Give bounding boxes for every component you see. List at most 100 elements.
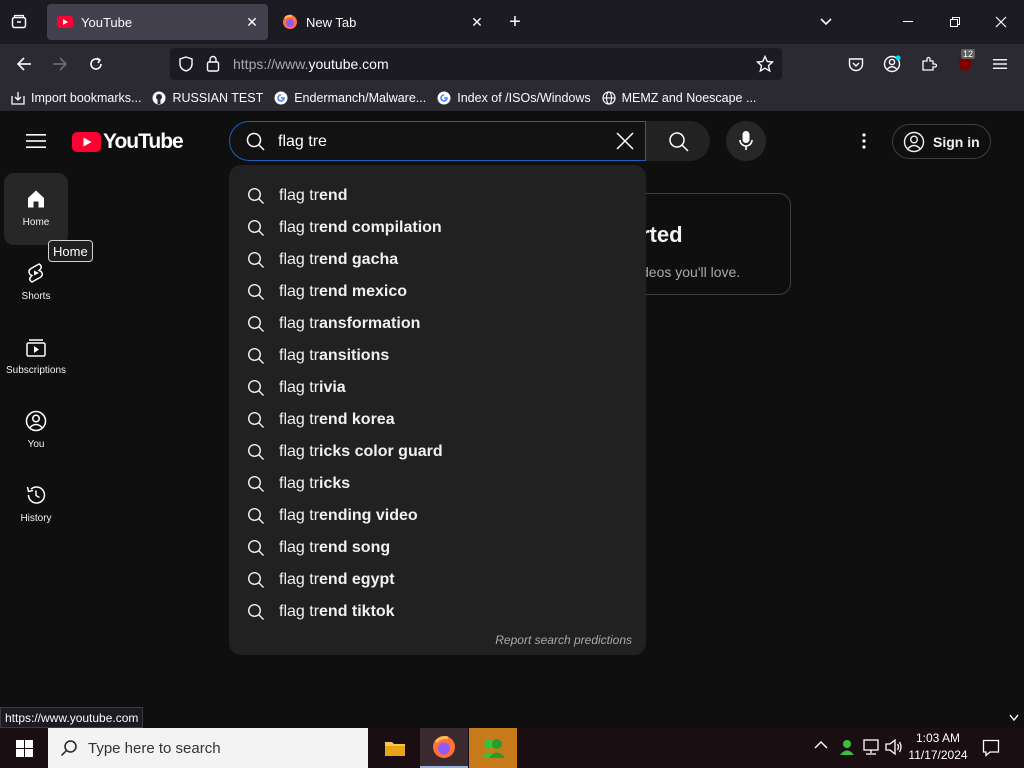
extension-badge: 12 [961, 49, 976, 59]
sidebar-item-label: Home [22, 217, 50, 228]
firefox-taskbar-button[interactable] [420, 728, 468, 768]
app-taskbar-button[interactable] [469, 728, 517, 768]
sidebar-item-you[interactable]: You [4, 395, 68, 467]
guide-menu-icon[interactable] [24, 129, 48, 153]
search-suggestion-item[interactable]: flag tr end song [229, 532, 646, 564]
search-suggestion-item[interactable]: flag tr end egypt [229, 564, 646, 596]
scroll-down-arrow-icon[interactable] [1009, 714, 1019, 722]
search-suggestion-item[interactable]: flag tr ansitions [229, 340, 646, 372]
tab-title: YouTube [81, 14, 133, 30]
search-icon [247, 443, 265, 461]
search-button[interactable] [646, 121, 710, 161]
voice-search-button[interactable] [726, 121, 766, 161]
search-input[interactable] [278, 131, 598, 153]
navigation-toolbar: https://www.youtube.com 12 [0, 44, 1024, 84]
bookmark-isos-windows[interactable]: Index of /ISOs/Windows [436, 90, 591, 106]
search-suggestion-item[interactable]: flag tr end mexico [229, 276, 646, 308]
bookmark-memz[interactable]: MEMZ and Noescape ... [601, 90, 756, 106]
search-suggestion-item[interactable]: flag tr ansformation [229, 308, 646, 340]
search-suggestion-item[interactable]: flag tr end tiktok [229, 596, 646, 628]
search-suggestion-item[interactable]: flag tr icks [229, 468, 646, 500]
youtube-logo[interactable]: YouTube [72, 130, 184, 154]
notifications-icon[interactable] [982, 739, 1000, 757]
ublock-extension-icon[interactable]: 12 [953, 49, 977, 76]
search-suggestion-item[interactable]: flag tr icks color guard [229, 436, 646, 468]
reload-icon[interactable] [84, 52, 108, 76]
suggestion-completion-text: end [319, 187, 348, 204]
history-icon [24, 483, 48, 507]
firefox-view-icon[interactable] [6, 10, 32, 34]
search-icon [247, 411, 265, 429]
home-icon [24, 187, 48, 211]
sign-in-button[interactable]: Sign in [892, 124, 991, 159]
search-suggestion-item[interactable]: flag tr end compilation [229, 212, 646, 244]
lock-icon[interactable] [206, 55, 220, 72]
close-tab-icon[interactable]: ✕ [467, 12, 487, 32]
back-arrow-icon[interactable] [12, 52, 36, 76]
search-suggestion-item[interactable]: flag tr end korea [229, 404, 646, 436]
search-icon [247, 283, 265, 301]
search-suggestions-dropdown: flag tr end flag tr end compilation flag tr e… [229, 165, 646, 655]
bookmark-import[interactable]: Import bookmarks... [10, 90, 141, 106]
bookmark-endermanch[interactable]: Endermanch/Malware... [273, 90, 426, 106]
pocket-icon[interactable] [844, 52, 868, 76]
suggestion-completion-text: icks color guard [319, 443, 443, 460]
taskbar-clock[interactable]: 1:03 AM 11/17/2024 [906, 730, 970, 764]
close-tab-icon[interactable]: ✕ [242, 12, 262, 32]
github-icon [151, 90, 167, 106]
list-tabs-icon[interactable] [814, 10, 838, 34]
search-suggestion-item[interactable]: flag tr ivia [229, 372, 646, 404]
url-text[interactable]: https://www.youtube.com [233, 56, 389, 72]
search-suggestion-item[interactable]: flag tr ending video [229, 500, 646, 532]
search-icon [247, 347, 265, 365]
search-suggestion-item[interactable]: flag tr end [229, 180, 646, 212]
start-button[interactable] [0, 728, 48, 768]
search-icon [247, 251, 265, 269]
bookmark-russian-test[interactable]: RUSSIAN TEST [151, 90, 263, 106]
sidebar-item-subscriptions[interactable]: Subscriptions [4, 321, 68, 393]
sidebar-item-history[interactable]: History [4, 469, 68, 541]
sidebar-item-home[interactable]: Home [4, 173, 68, 245]
suggestion-completion-text: end gacha [319, 251, 399, 268]
globe-icon [601, 90, 617, 106]
show-hidden-icons-chevron-icon[interactable] [814, 740, 828, 750]
search-icon [247, 571, 265, 589]
sidebar-item-label: You [27, 439, 45, 450]
network-icon[interactable] [862, 739, 880, 755]
search-suggestion-item[interactable]: flag tr end gacha [229, 244, 646, 276]
bookmark-star-icon[interactable] [756, 55, 774, 73]
new-tab-button[interactable]: + [503, 10, 527, 34]
google-icon [273, 90, 289, 106]
suggestion-completion-text: end korea [319, 411, 395, 428]
people-tray-icon[interactable] [838, 738, 856, 756]
windows-taskbar: Type here to search 1:03 AM 11/17/2024 [0, 728, 1024, 768]
tab-new-tab[interactable]: New Tab ✕ [272, 4, 493, 40]
microphone-icon [738, 130, 754, 152]
search-icon [247, 315, 265, 333]
file-explorer-button[interactable] [371, 728, 419, 768]
forward-arrow-icon[interactable] [48, 52, 72, 76]
close-window-icon[interactable] [989, 10, 1013, 34]
user-circle-icon [903, 131, 925, 153]
youtube-favicon-icon [57, 14, 73, 30]
suggestion-completion-text: ansformation [319, 315, 421, 332]
search-icon [246, 132, 265, 151]
address-bar[interactable]: https://www.youtube.com [170, 48, 782, 80]
clear-search-icon[interactable] [614, 130, 636, 152]
folder-icon [384, 739, 406, 757]
volume-icon[interactable] [885, 739, 903, 755]
taskbar-search-box[interactable]: Type here to search [48, 728, 368, 768]
restore-window-icon[interactable] [943, 10, 967, 34]
tab-title: New Tab [306, 14, 357, 30]
report-search-predictions-link[interactable]: Report search predictions [495, 633, 632, 647]
more-options-icon[interactable] [852, 129, 876, 153]
tab-youtube[interactable]: YouTube ✕ [47, 4, 268, 40]
search-box[interactable] [229, 121, 646, 161]
minimize-window-icon[interactable] [896, 10, 920, 34]
tracking-protection-shield-icon[interactable] [178, 56, 194, 72]
search-icon [247, 379, 265, 397]
hamburger-menu-icon[interactable] [988, 52, 1012, 76]
account-icon[interactable] [880, 52, 904, 76]
suggestion-typed-text: flag tr [279, 347, 320, 364]
extensions-puzzle-icon[interactable] [917, 52, 941, 76]
